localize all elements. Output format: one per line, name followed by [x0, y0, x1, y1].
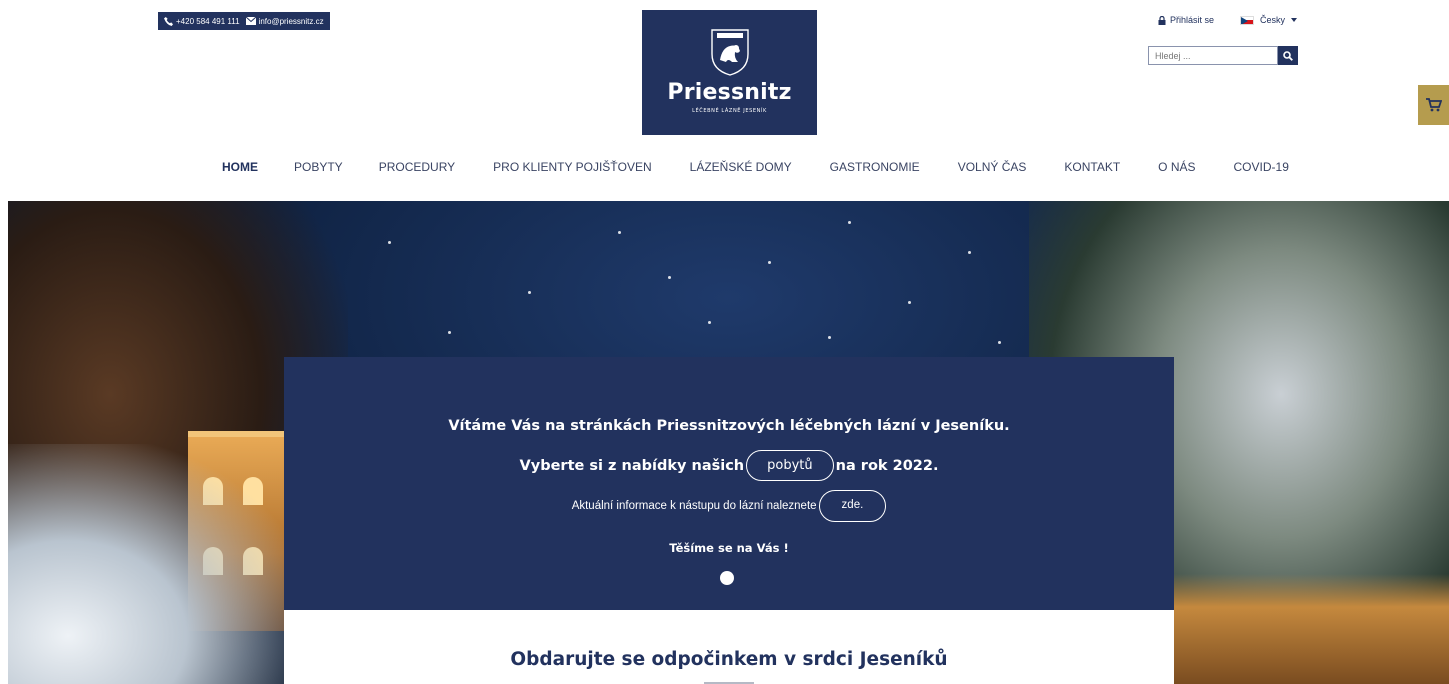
hero-building-right — [1159, 574, 1449, 684]
contact-bar: +420 584 491 111 info@priessnitz.cz — [158, 12, 330, 30]
login-label: Přihlásit se — [1170, 15, 1215, 25]
info-line: Aktuální informace k nástupu do lázní na… — [284, 490, 1174, 522]
nav-lazenske-domy[interactable]: LÁZEŇSKÉ DOMY — [690, 160, 792, 174]
email-address: info@priessnitz.cz — [258, 16, 324, 26]
czech-flag-icon — [1240, 15, 1254, 25]
phone-number: +420 584 491 111 — [176, 16, 240, 26]
choose-line: Vyberte si z nabídky našich pobytů na ro… — [284, 450, 1174, 481]
language-label: Česky — [1260, 15, 1286, 25]
search-input[interactable] — [1148, 46, 1278, 65]
email-contact[interactable]: info@priessnitz.cz — [245, 16, 324, 26]
welcome-text: Vítáme Vás na stránkách Priessnitzových … — [448, 418, 1010, 434]
nav-volny-cas[interactable]: VOLNÝ ČAS — [958, 160, 1027, 174]
envelope-icon — [245, 17, 256, 25]
search-form — [1148, 46, 1298, 65]
nav-kontakt[interactable]: KONTAKT — [1064, 160, 1120, 174]
logo-name: Priessnitz — [667, 80, 792, 105]
choose-prefix: Vyberte si z nabídky našich — [519, 457, 745, 474]
language-selector[interactable]: Česky — [1240, 15, 1298, 25]
search-icon — [1283, 50, 1293, 61]
search-button[interactable] — [1278, 46, 1298, 65]
hero-snow — [8, 444, 308, 684]
content-section: Obdarujte se odpočinkem v srdci Jeseníků — [284, 610, 1174, 684]
lion-crest-icon — [710, 29, 749, 76]
closing-text: Těšíme se na Vás ! — [669, 541, 789, 555]
phone-icon — [164, 16, 173, 26]
nav-covid-19[interactable]: COVID-19 — [1234, 160, 1289, 174]
nav-pro-klienty-pojistoven[interactable]: PRO KLIENTY POJIŠŤOVEN — [493, 160, 651, 174]
main-nav: HOME POBYTY PROCEDURY PRO KLIENTY POJIŠŤ… — [222, 160, 1289, 174]
phone-contact[interactable]: +420 584 491 111 — [164, 16, 240, 26]
info-here-button[interactable]: zde. — [818, 490, 887, 522]
nav-o-nas[interactable]: O NÁS — [1158, 160, 1195, 174]
section-title: Obdarujte se odpočinkem v srdci Jeseníků — [510, 649, 948, 670]
info-prefix: Aktuální informace k nástupu do lázní na… — [571, 499, 817, 512]
site-logo[interactable]: Priessnitz LÉČEBNÉ LÁZNĚ JESENÍK — [642, 10, 817, 135]
cart-button[interactable] — [1418, 85, 1449, 125]
pobyty-button[interactable]: pobytů — [746, 450, 834, 481]
cart-icon — [1425, 98, 1442, 112]
nav-gastronomie[interactable]: GASTRONOMIE — [830, 160, 920, 174]
lock-icon — [1158, 15, 1166, 25]
nav-home[interactable]: HOME — [222, 160, 258, 174]
choose-suffix: na rok 2022. — [835, 457, 939, 474]
caret-down-icon — [1291, 18, 1298, 22]
login-link[interactable]: Přihlásit se — [1158, 15, 1214, 25]
slider-dot[interactable] — [720, 571, 734, 585]
nav-pobyty[interactable]: POBYTY — [294, 160, 343, 174]
nav-procedury[interactable]: PROCEDURY — [379, 160, 455, 174]
logo-subtitle: LÉČEBNÉ LÁZNĚ JESENÍK — [692, 108, 767, 114]
